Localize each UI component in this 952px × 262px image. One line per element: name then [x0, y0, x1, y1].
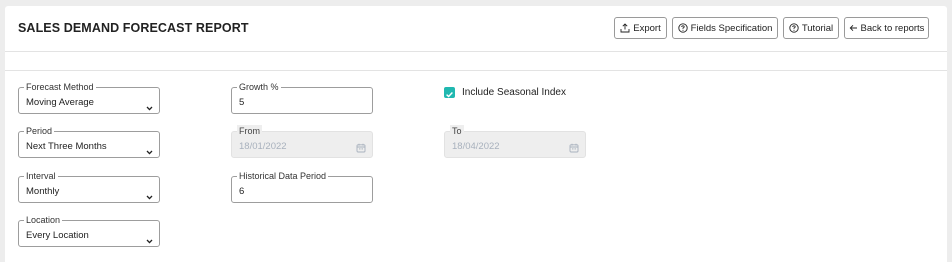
chevron-down-icon [146, 187, 153, 205]
chevron-down-icon [146, 142, 153, 160]
interval-select[interactable]: Interval Monthly [18, 170, 160, 205]
interval-label: Interval [24, 170, 58, 182]
growth-value: 5 [239, 97, 245, 108]
interval-value: Monthly [26, 186, 60, 197]
historical-data-period-value: 6 [239, 186, 245, 197]
calendar-icon [569, 140, 579, 158]
report-header: SALES DEMAND FORECAST REPORT Export Fiel… [5, 6, 947, 52]
forecast-method-value: Moving Average [26, 97, 94, 108]
tutorial-button[interactable]: Tutorial [783, 17, 839, 39]
arrow-left-icon [849, 24, 858, 32]
back-to-reports-button[interactable]: Back to reports [844, 17, 929, 39]
fields-specification-label: Fields Specification [690, 22, 773, 34]
calendar-icon [356, 140, 366, 158]
include-seasonal-checkbox[interactable] [444, 87, 455, 98]
back-to-reports-label: Back to reports [860, 22, 925, 34]
toolbar-strip [5, 52, 947, 71]
location-label: Location [24, 214, 63, 226]
growth-input[interactable]: Growth % 5 [231, 81, 373, 114]
export-label: Export [633, 22, 661, 34]
forecast-method-select[interactable]: Forecast Method Moving Average [18, 81, 160, 116]
upload-icon [620, 23, 630, 33]
location-value: Every Location [26, 230, 89, 241]
to-label: To [450, 125, 464, 137]
period-select[interactable]: Period Next Three Months [18, 125, 160, 160]
tutorial-label: Tutorial [801, 22, 834, 34]
growth-label: Growth % [237, 81, 281, 93]
from-label: From [237, 125, 262, 137]
export-button[interactable]: Export [614, 17, 667, 39]
from-value: 18/01/2022 [239, 141, 287, 152]
page-title: SALES DEMAND FORECAST REPORT [18, 21, 249, 35]
to-date-field: To 18/04/2022 [444, 125, 586, 158]
include-seasonal-label: Include Seasonal Index [462, 87, 566, 98]
period-value: Next Three Months [26, 141, 107, 152]
question-circle-icon [677, 23, 688, 33]
from-date-field: From 18/01/2022 [231, 125, 373, 158]
historical-data-period-label: Historical Data Period [237, 170, 329, 182]
forecast-method-label: Forecast Method [24, 81, 96, 93]
chevron-down-icon [146, 231, 153, 249]
chevron-down-icon [146, 98, 153, 116]
period-label: Period [24, 125, 55, 137]
question-circle-icon [789, 23, 799, 33]
to-value: 18/04/2022 [452, 141, 500, 152]
check-icon [446, 92, 453, 98]
fields-specification-button[interactable]: Fields Specification [672, 17, 778, 39]
historical-data-period-input[interactable]: Historical Data Period 6 [231, 170, 373, 203]
location-select[interactable]: Location Every Location [18, 214, 160, 249]
